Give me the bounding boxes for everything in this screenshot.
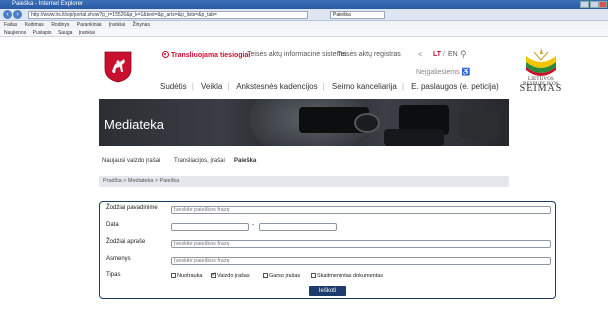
share-icon[interactable]: <: [418, 50, 423, 59]
main-nav: Sudėtis | Veikla | Ankstesnės kadencijos | …: [160, 82, 499, 91]
forward-icon[interactable]: ›: [13, 10, 22, 19]
seimas-emblem-icon: [526, 48, 556, 76]
nav-item-veikla[interactable]: Veikla: [201, 82, 222, 91]
minimize-button[interactable]: [580, 1, 589, 8]
lang-separator: /: [443, 51, 445, 58]
title-words-input[interactable]: [171, 206, 551, 214]
type-label: Tipas: [106, 272, 121, 278]
browser-command-bar: Naujienos Puslapis Sauga Įrankiai: [0, 29, 608, 37]
persons-input[interactable]: [171, 257, 551, 265]
checkbox-icon: [263, 273, 268, 278]
legal-register-link[interactable]: Teisės aktų registras: [337, 51, 401, 58]
live-broadcast-link[interactable]: Transliuojama tiesiogiai: [162, 51, 250, 59]
browser-menu-bar: Failas Keitimas Rodinys Parankiniai Įran…: [0, 21, 608, 29]
accessibility-link[interactable]: Neįgaliesiems ♿: [416, 68, 470, 76]
lang-en[interactable]: EN: [448, 51, 458, 58]
legal-info-system-link[interactable]: Teisės aktų informacinė sistema: [247, 51, 346, 58]
live-icon: [162, 51, 169, 58]
type-photo-checkbox[interactable]: Nuotrauka: [171, 273, 202, 279]
type-video-checkbox[interactable]: Vaizdo įrašas: [211, 271, 250, 279]
nav-item-e-paslaugos[interactable]: E. paslaugos (e. peticija): [411, 82, 499, 91]
browser-title-bar: Paieška - Internet Explorer: [0, 0, 608, 9]
subnav-broadcasts[interactable]: Transliacijos, įrašai: [174, 154, 225, 168]
address-bar: ‹ › http://www.lrs.lt/sip/portal.show?p_…: [0, 9, 608, 21]
subnav-search[interactable]: Paieška: [234, 154, 256, 168]
checkbox-icon: [171, 273, 176, 278]
type-document-checkbox[interactable]: Skaitmenintas dokumentas: [311, 273, 383, 279]
browser-tab[interactable]: Paieška: [330, 11, 385, 19]
lithuania-crest-icon[interactable]: [104, 51, 132, 83]
subnav-latest-videos[interactable]: Naujausi vaizdo įrašai: [102, 154, 160, 168]
mediateka-subnav: Naujausi vaizdo įrašai Transliacijos, įr…: [99, 154, 509, 168]
search-icon[interactable]: ⚲: [460, 49, 467, 60]
command-item[interactable]: Puslapis: [33, 30, 52, 36]
maximize-button[interactable]: [590, 1, 599, 8]
date-label: Data: [106, 222, 119, 228]
back-icon[interactable]: ‹: [3, 10, 12, 19]
command-item[interactable]: Naujienos: [4, 30, 26, 36]
menu-item[interactable]: Įrankiai: [109, 22, 125, 28]
date-from-input[interactable]: [171, 223, 249, 231]
seimas-logo[interactable]: LIETUVOS RESPUBLIKOS SEIMAS: [512, 46, 570, 94]
description-words-label: Žodžiai apraše: [106, 239, 146, 245]
date-separator: -: [252, 222, 254, 228]
search-form: [99, 201, 556, 299]
type-audio-checkbox[interactable]: Garso įrašas: [263, 273, 300, 279]
command-item[interactable]: Sauga: [58, 30, 72, 36]
description-words-input[interactable]: [171, 240, 551, 248]
search-button[interactable]: Ieškoti: [309, 286, 346, 296]
checkbox-checked-icon: [211, 271, 217, 278]
breadcrumb[interactable]: Pradžia > Mediateka > Paieška: [99, 176, 509, 187]
nav-item-sudetis[interactable]: Sudėtis: [160, 82, 187, 91]
logo-line2: SEIMAS: [519, 83, 563, 94]
lang-lt[interactable]: LT: [433, 51, 441, 58]
menu-item[interactable]: Rodinys: [51, 22, 69, 28]
menu-item[interactable]: Failas: [4, 22, 17, 28]
url-input[interactable]: http://www.lrs.lt/sip/portal.show?p_r=15…: [28, 11, 308, 19]
persons-label: Asmenys: [106, 256, 131, 262]
menu-item[interactable]: Keitimas: [25, 22, 44, 28]
menu-item[interactable]: Parankiniai: [77, 22, 102, 28]
wheelchair-icon: ♿: [461, 69, 471, 76]
command-item[interactable]: Įrankiai: [79, 30, 95, 36]
checkbox-icon: [311, 273, 316, 278]
nav-item-ankstesnes-kadencijos[interactable]: Ankstesnės kadencijos: [236, 82, 317, 91]
menu-item[interactable]: Žinynas: [132, 22, 150, 28]
nav-item-seimo-kanceliarija[interactable]: Seimo kanceliarija: [332, 82, 397, 91]
title-words-label: Žodžiai pavadinime: [106, 205, 158, 211]
browser-title: Paieška - Internet Explorer: [12, 1, 84, 7]
close-window-button[interactable]: [599, 1, 607, 8]
banner-title: Mediateka: [104, 117, 164, 132]
date-to-input[interactable]: [259, 223, 337, 231]
